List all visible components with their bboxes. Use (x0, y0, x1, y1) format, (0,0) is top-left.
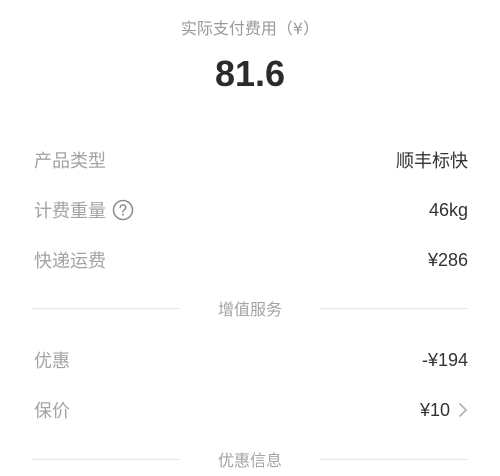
discount-value: -¥194 (421, 349, 468, 370)
actual-payment-amount: 81.6 (214, 53, 286, 94)
discount-info-section-title: 优惠信息 (218, 451, 283, 470)
discount-info-section-header: 优惠信息 (32, 447, 469, 471)
value-added-section-header: 增值服务 (32, 296, 469, 320)
actual-payment-label: 实际支付费用（¥） (180, 19, 320, 38)
help-circle-icon[interactable] (112, 199, 134, 221)
divider-line-left (32, 307, 180, 309)
insurance-label: 保价 (34, 401, 70, 422)
divider-line-left (32, 458, 180, 460)
shipping-fee-row: 快递运费 ¥286 (34, 244, 468, 276)
product-type-row: 产品类型 顺丰标快 (34, 144, 468, 176)
value-added-section-title: 增值服务 (218, 300, 283, 319)
product-type-label: 产品类型 (34, 151, 106, 172)
shipping-fee-value: ¥286 (427, 249, 468, 270)
billing-weight-label: 计费重量 (34, 201, 106, 222)
divider-line-right (320, 307, 469, 309)
discount-row: 优惠 -¥194 (34, 344, 468, 376)
shipping-fee-label: 快递运费 (34, 251, 106, 272)
billing-weight-label-group: 计费重量 (34, 197, 134, 223)
insurance-value: ¥10 (419, 399, 450, 420)
insurance-value-group[interactable]: ¥10 (420, 400, 468, 421)
discount-label: 优惠 (34, 351, 70, 372)
billing-weight-value: 46kg (428, 199, 468, 220)
insurance-row[interactable]: 保价 ¥10 (34, 394, 468, 426)
billing-weight-row: 计费重量 46kg (34, 194, 468, 226)
divider-line-right (320, 458, 469, 460)
chevron-right-icon[interactable] (458, 402, 468, 418)
product-type-value: 顺丰标快 (396, 151, 468, 172)
